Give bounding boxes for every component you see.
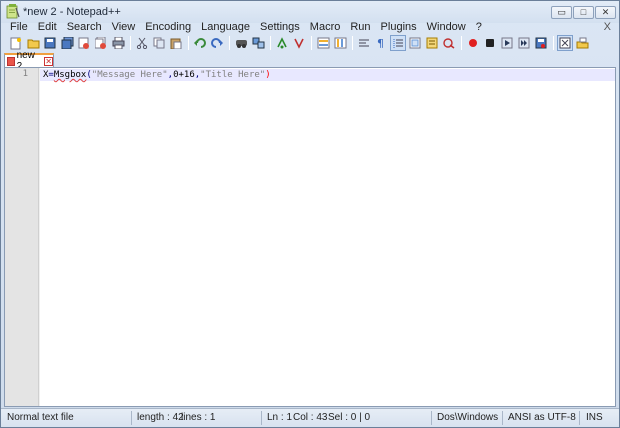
status-file-type: Normal text file	[7, 412, 74, 423]
record-macro-icon[interactable]	[465, 35, 481, 51]
unsaved-file-icon	[7, 56, 15, 66]
close-all-icon[interactable]	[93, 35, 109, 51]
menu-macro[interactable]: Macro	[305, 20, 346, 34]
toolbar-separator	[311, 36, 312, 50]
tab-new-2[interactable]: new 2 ✕	[4, 50, 54, 72]
window-title: *new 2 - Notepad++	[23, 6, 121, 18]
sync-horizontal-icon[interactable]	[332, 35, 348, 51]
notepadpp-app-icon[interactable]	[6, 4, 20, 19]
run-macro-multiple-icon[interactable]	[516, 35, 532, 51]
menu-file[interactable]: File	[5, 20, 33, 34]
indent-guide-icon[interactable]	[390, 35, 406, 51]
launch-in-browser-icon[interactable]	[557, 35, 573, 51]
menu-plugins[interactable]: Plugins	[376, 20, 422, 34]
status-bar: Normal text file length : 42 lines : 1 L…	[1, 408, 619, 427]
menu-edit[interactable]: Edit	[33, 20, 62, 34]
play-macro-icon[interactable]	[499, 35, 515, 51]
toolbar: ¶	[4, 34, 616, 52]
menu-help[interactable]: ?	[471, 20, 487, 34]
open-file-icon[interactable]	[25, 35, 41, 51]
code-function-name: Msgbox	[53, 70, 87, 80]
status-insert-mode[interactable]: INS	[586, 412, 603, 423]
line-number-gutter: 1	[5, 68, 39, 406]
menu-window[interactable]: Window	[422, 20, 471, 34]
status-encoding[interactable]: ANSI as UTF-8	[508, 412, 576, 423]
status-divider	[431, 411, 432, 425]
menu-language[interactable]: Language	[196, 20, 255, 34]
stop-record-icon[interactable]	[482, 35, 498, 51]
status-divider	[261, 411, 262, 425]
cut-icon[interactable]	[134, 35, 150, 51]
zoom-out-icon[interactable]	[291, 35, 307, 51]
toolbar-separator	[352, 36, 353, 50]
redo-icon[interactable]	[209, 35, 225, 51]
save-icon[interactable]	[42, 35, 58, 51]
status-lines: lines : 1	[181, 412, 216, 423]
menu-view[interactable]: View	[107, 20, 141, 34]
status-selection: Sel : 0 | 0	[328, 412, 371, 423]
print-icon[interactable]	[110, 35, 126, 51]
minimize-button[interactable]: ▭	[551, 6, 572, 19]
copy-icon[interactable]	[151, 35, 167, 51]
tab-close-icon[interactable]: ✕	[44, 56, 53, 66]
code-string: "Message Here"	[91, 70, 168, 80]
menu-run[interactable]: Run	[345, 20, 375, 34]
toolbar-separator	[270, 36, 271, 50]
save-all-icon[interactable]	[59, 35, 75, 51]
folder-workspace-icon[interactable]	[441, 35, 457, 51]
status-divider	[131, 411, 132, 425]
replace-icon[interactable]	[250, 35, 266, 51]
sync-vertical-icon[interactable]	[315, 35, 331, 51]
function-list-icon[interactable]	[424, 35, 440, 51]
close-window-button[interactable]: ✕	[595, 6, 616, 19]
code-number-expr: 0+16	[173, 70, 195, 80]
save-macro-icon[interactable]	[533, 35, 549, 51]
undo-icon[interactable]	[192, 35, 208, 51]
toolbar-separator	[553, 36, 554, 50]
close-document-button[interactable]: X	[604, 20, 611, 34]
new-file-icon[interactable]	[8, 35, 24, 51]
status-divider	[579, 411, 580, 425]
code-paren-close: )	[265, 70, 271, 80]
code-line[interactable]: X=Msgbox("Message Here",0+16,"Title Here…	[43, 69, 271, 81]
fold-margin	[39, 68, 40, 406]
menu-search[interactable]: Search	[62, 20, 107, 34]
status-column: Col : 43	[293, 412, 328, 423]
toolbar-separator	[461, 36, 462, 50]
toolbar-separator	[229, 36, 230, 50]
toolbar-separator	[188, 36, 189, 50]
tray-icon[interactable]	[574, 35, 590, 51]
menu-bar: File Edit Search View Encoding Language …	[1, 20, 619, 34]
editor-area[interactable]: 1 X=Msgbox("Message Here",0+16,"Title He…	[4, 67, 616, 407]
find-icon[interactable]	[233, 35, 249, 51]
notepadpp-window: *new 2 - Notepad++ ▭ □ ✕ File Edit Searc…	[0, 0, 620, 428]
status-divider	[502, 411, 503, 425]
line-number: 1	[22, 69, 28, 79]
menu-encoding[interactable]: Encoding	[140, 20, 196, 34]
doc-map-icon[interactable]	[407, 35, 423, 51]
zoom-in-icon[interactable]	[274, 35, 290, 51]
status-line-number: Ln : 1	[267, 412, 293, 423]
show-all-chars-icon[interactable]: ¶	[373, 35, 389, 51]
menu-settings[interactable]: Settings	[255, 20, 305, 34]
maximize-button[interactable]: □	[573, 6, 594, 19]
status-eol-format[interactable]: Dos\Windows	[437, 412, 498, 423]
toolbar-separator	[130, 36, 131, 50]
paste-icon[interactable]	[168, 35, 184, 51]
close-icon[interactable]	[76, 35, 92, 51]
status-length: length : 42	[137, 412, 184, 423]
word-wrap-icon[interactable]	[356, 35, 372, 51]
svg-text:¶: ¶	[377, 37, 384, 49]
code-string: "Title Here"	[200, 70, 266, 80]
